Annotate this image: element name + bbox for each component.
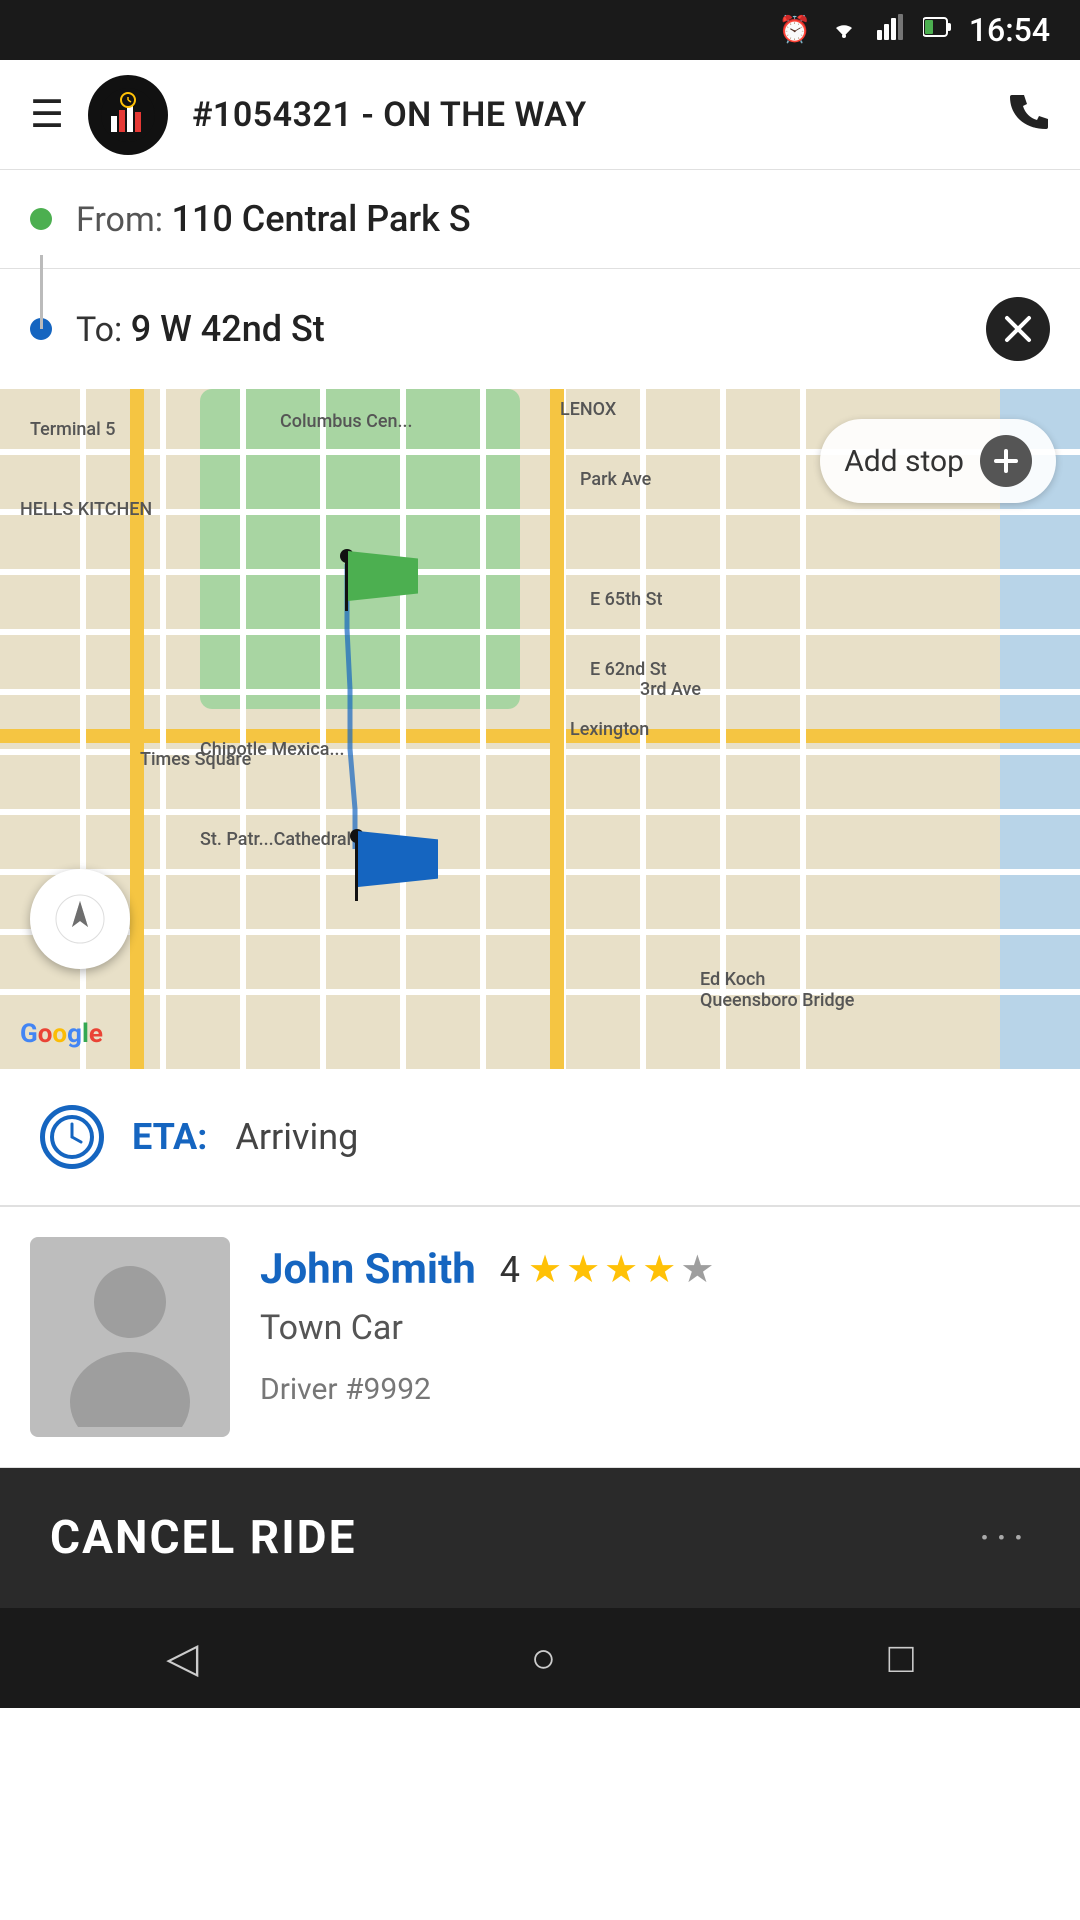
to-address: 9 W 42nd St xyxy=(131,308,325,350)
map-label: E 65th St xyxy=(590,589,662,610)
road xyxy=(800,389,806,1069)
major-road xyxy=(550,389,564,1069)
map-label: LENOX xyxy=(560,399,616,420)
app-header: ☰ #1054321 - ON THE WAY xyxy=(0,60,1080,170)
cancel-ride-label: CANCEL RIDE xyxy=(50,1511,356,1565)
add-stop-icon xyxy=(980,435,1032,487)
google-logo: Google xyxy=(20,1019,103,1049)
cancel-ride-button[interactable]: CANCEL RIDE ··· xyxy=(0,1468,1080,1608)
star-4: ★ xyxy=(642,1247,676,1292)
map-area[interactable]: Columbus Cen... Times Square St. Patr...… xyxy=(0,389,1080,1069)
map-label: Ed KochQueensboro Bridge xyxy=(700,969,854,1011)
driver-info-section: John Smith 4 ★ ★ ★ ★ ★ Town Car Driver #… xyxy=(0,1207,1080,1468)
driver-car-type: Town Car xyxy=(260,1308,1050,1348)
road xyxy=(160,389,166,1069)
map-label: St. Patr...Cathedral xyxy=(200,829,351,850)
driver-name: John Smith xyxy=(260,1245,476,1294)
status-time: 16:54 xyxy=(969,11,1050,49)
map-label: Terminal 5 xyxy=(30,419,115,440)
home-button[interactable]: ○ xyxy=(531,1634,556,1683)
star-rating: ★ ★ ★ ★ ★ xyxy=(528,1247,714,1292)
compass-button[interactable] xyxy=(30,869,130,969)
star-5: ★ xyxy=(680,1247,714,1292)
add-stop-button[interactable]: Add stop xyxy=(820,419,1056,503)
to-address-text: To: 9 W 42nd St xyxy=(76,308,962,350)
map-label: 3rd Ave xyxy=(640,679,701,700)
back-button[interactable]: ◁ xyxy=(166,1633,198,1683)
menu-icon[interactable]: ☰ xyxy=(30,96,64,134)
app-logo xyxy=(88,75,168,155)
eta-value: Arriving xyxy=(235,1116,358,1158)
route-from[interactable]: From: 110 Central Park S xyxy=(0,170,1080,269)
more-options-icon[interactable]: ··· xyxy=(979,1514,1030,1563)
battery-icon xyxy=(923,15,951,45)
map-label: Chipotle Mexica... xyxy=(200,739,345,760)
route-area: From: 110 Central Park S To: 9 W 42nd St xyxy=(0,170,1080,389)
alarm-icon: ⏰ xyxy=(778,15,810,45)
road xyxy=(480,389,486,1069)
map-label: Columbus Cen... xyxy=(280,411,413,432)
header-title: #1054321 - ON THE WAY xyxy=(192,95,984,135)
park-area xyxy=(200,389,520,709)
bottom-navigation: ◁ ○ □ xyxy=(0,1608,1080,1708)
driver-name-row: John Smith 4 ★ ★ ★ ★ ★ xyxy=(260,1245,1050,1294)
map-label: HELLS KITCHEN xyxy=(20,499,152,520)
status-bar: ⏰ 16:54 xyxy=(0,0,1080,60)
road xyxy=(400,389,406,1069)
map-label: Park Ave xyxy=(580,469,651,490)
from-address-text: From: 110 Central Park S xyxy=(76,198,471,240)
to-label: To: xyxy=(76,310,122,350)
origin-dot xyxy=(30,208,52,230)
add-stop-label: Add stop xyxy=(844,444,964,479)
eta-section: ETA: Arriving xyxy=(0,1069,1080,1207)
route-to[interactable]: To: 9 W 42nd St xyxy=(0,269,1080,389)
eta-clock-icon xyxy=(40,1105,104,1169)
rating-number: 4 xyxy=(500,1249,520,1291)
road xyxy=(320,389,326,1069)
road xyxy=(720,389,726,1069)
star-1: ★ xyxy=(528,1247,562,1292)
signal-icon xyxy=(877,14,905,47)
star-2: ★ xyxy=(566,1247,600,1292)
clear-destination-button[interactable] xyxy=(986,297,1050,361)
from-label: From: xyxy=(76,200,163,240)
driver-details: John Smith 4 ★ ★ ★ ★ ★ Town Car Driver #… xyxy=(260,1237,1050,1407)
driver-number: Driver #9992 xyxy=(260,1372,1050,1407)
recent-apps-button[interactable]: □ xyxy=(888,1634,913,1683)
map-label: Lexington xyxy=(570,719,649,740)
driver-avatar xyxy=(30,1237,230,1437)
road xyxy=(240,389,246,1069)
phone-icon[interactable] xyxy=(1008,89,1050,141)
from-address: 110 Central Park S xyxy=(171,198,470,240)
map-label: E 62nd St xyxy=(590,659,667,680)
driver-rating: 4 ★ ★ ★ ★ ★ xyxy=(500,1247,715,1292)
major-road xyxy=(130,389,144,1069)
eta-label: ETA: xyxy=(132,1116,207,1158)
wifi-icon xyxy=(829,14,859,47)
star-3: ★ xyxy=(604,1247,638,1292)
